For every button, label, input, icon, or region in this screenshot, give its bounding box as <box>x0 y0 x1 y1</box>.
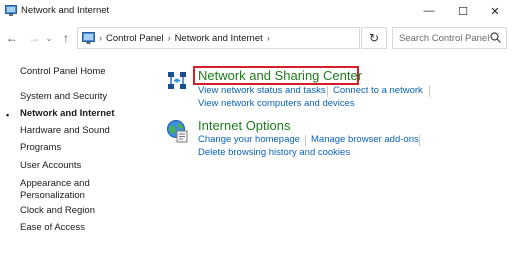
recent-locations-button[interactable]: ⌄ <box>44 28 54 48</box>
sidebar-item-programs[interactable]: Programs <box>20 142 61 154</box>
title-bar: Network and Internet — ☐ ✕ <box>0 0 512 22</box>
link-separator <box>327 86 328 97</box>
sidebar-item-hardware-sound[interactable]: Hardware and Sound <box>20 125 110 137</box>
link-separator <box>419 135 420 146</box>
sidebar-item-network-internet[interactable]: • Network and Internet <box>6 108 115 120</box>
network-sharing-icon <box>168 72 186 89</box>
sidebar-item-control-panel-home[interactable]: Control Panel Home <box>20 66 106 78</box>
control-panel-icon <box>5 5 17 16</box>
window-title: Network and Internet <box>21 5 110 16</box>
back-button[interactable]: ← <box>4 28 20 48</box>
sidebar-item-clock-region[interactable]: Clock and Region <box>20 205 95 217</box>
connect-to-network-link[interactable]: Connect to a network <box>333 85 423 96</box>
sidebar-item-ease-of-access[interactable]: Ease of Access <box>20 222 85 234</box>
address-bar[interactable]: › Control Panel › Network and Internet › <box>77 27 360 49</box>
sidebar-item-system-security[interactable]: System and Security <box>20 91 107 103</box>
breadcrumb-separator[interactable]: › <box>267 33 270 43</box>
sidebar-item-user-accounts[interactable]: User Accounts <box>20 160 81 172</box>
search-icon <box>490 32 501 43</box>
search-input[interactable]: Search Control Panel <box>392 27 507 49</box>
minimize-button[interactable]: — <box>412 0 446 22</box>
active-bullet: • <box>6 110 10 120</box>
sidebar-item-label: Network and Internet <box>20 108 115 119</box>
sidebar-item-appearance[interactable]: Appearance and <box>20 178 90 190</box>
control-panel-icon <box>82 32 95 44</box>
refresh-button[interactable]: ↻ <box>361 27 387 49</box>
refresh-icon: ↻ <box>368 31 380 45</box>
network-sharing-center-link[interactable]: Network and Sharing Center <box>198 68 362 83</box>
link-separator <box>429 86 430 97</box>
view-network-status-link[interactable]: View network status and tasks <box>198 85 326 96</box>
breadcrumb-control-panel[interactable]: Control Panel <box>106 33 164 44</box>
search-placeholder: Search Control Panel <box>399 32 490 44</box>
breadcrumb-separator: › <box>99 33 102 43</box>
sidebar-item-personalization[interactable]: Personalization <box>20 190 85 202</box>
navigation-bar: ← → ⌄ ↑ › Control Panel › Network and In… <box>0 26 512 50</box>
view-network-computers-link[interactable]: View network computers and devices <box>198 98 355 109</box>
breadcrumb-network-internet[interactable]: Network and Internet <box>175 33 263 44</box>
link-separator <box>305 135 306 146</box>
manage-addons-link[interactable]: Manage browser add-ons <box>311 134 419 145</box>
forward-button[interactable]: → <box>26 28 42 48</box>
delete-browsing-history-link[interactable]: Delete browsing history and cookies <box>198 147 350 158</box>
internet-options-link[interactable]: Internet Options <box>198 118 291 133</box>
breadcrumb-separator[interactable]: › <box>168 33 171 43</box>
change-homepage-link[interactable]: Change your homepage <box>198 134 300 145</box>
up-button[interactable]: ↑ <box>58 28 74 48</box>
internet-options-icon <box>167 120 188 143</box>
maximize-button[interactable]: ☐ <box>446 0 480 22</box>
close-button[interactable]: ✕ <box>478 0 512 22</box>
